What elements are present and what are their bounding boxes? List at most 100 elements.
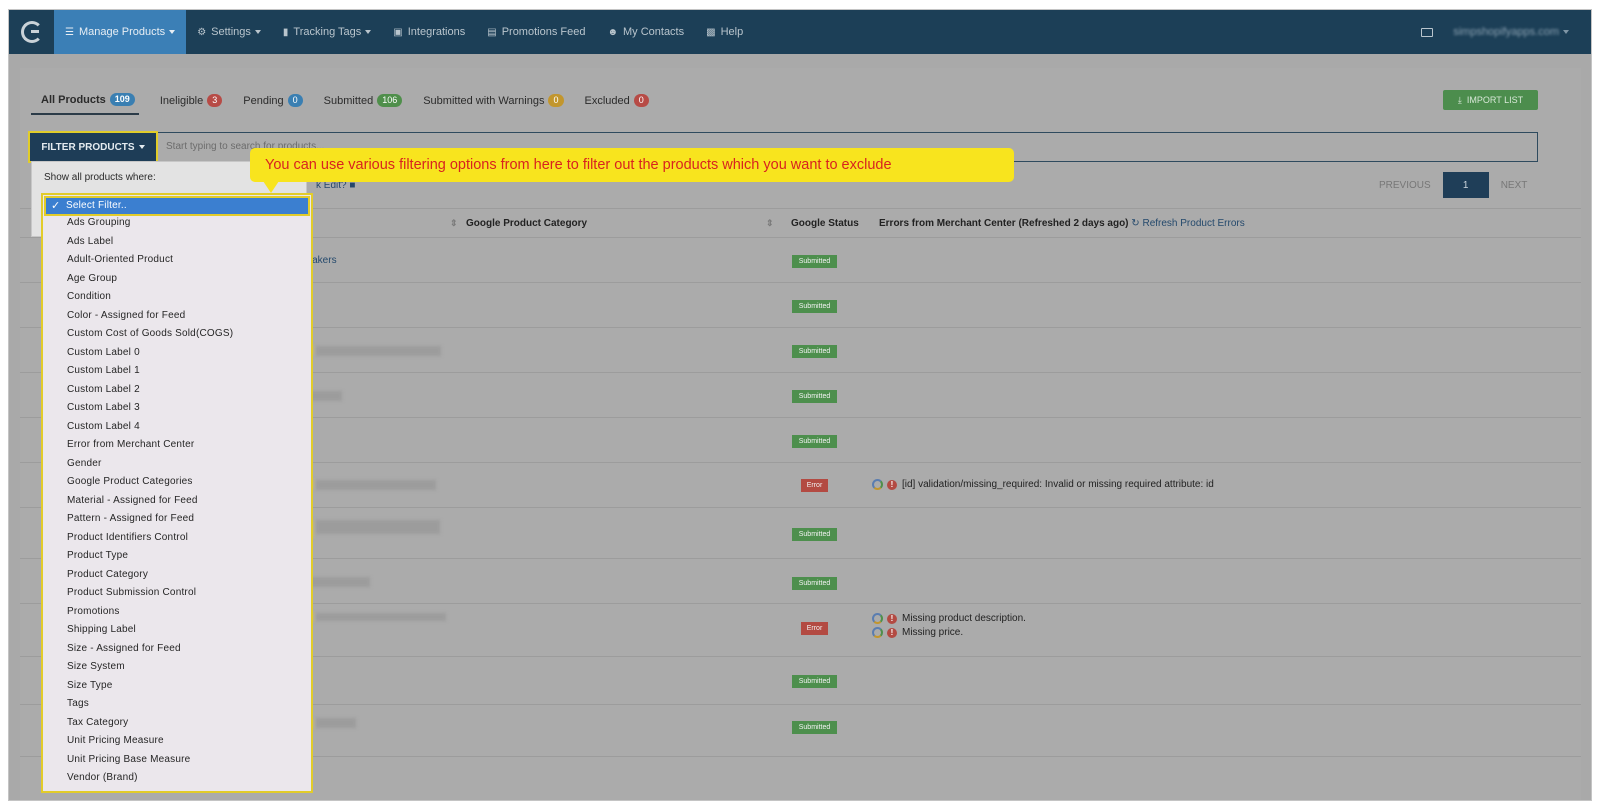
nav-promotions-feed[interactable]: ▤ Promotions Feed: [476, 10, 596, 54]
nav-label: Help: [720, 26, 744, 38]
header-google-status: Google Status: [791, 218, 859, 229]
error-message: ! Missing price.: [872, 627, 963, 638]
filter-option[interactable]: Custom Label 4: [43, 418, 311, 437]
filter-option[interactable]: Size System: [43, 658, 311, 677]
blurred-title: [306, 577, 370, 587]
filter-option[interactable]: Age Group: [43, 270, 311, 289]
filter-option[interactable]: Tags: [43, 695, 311, 714]
count-badge: 109: [109, 93, 135, 106]
nav-label: Tracking Tags: [293, 26, 362, 38]
tab-ineligible[interactable]: Ineligible 3: [159, 93, 223, 115]
filter-option[interactable]: Custom Label 0: [43, 344, 311, 363]
tab-label: Pending: [243, 94, 284, 107]
users-icon: ☻: [607, 26, 618, 38]
google-icon: [872, 627, 883, 638]
error-message: ! Missing product description.: [872, 613, 1026, 624]
id-card-icon[interactable]: [1421, 27, 1434, 37]
filter-option[interactable]: Unit Pricing Measure: [43, 732, 311, 751]
account-menu[interactable]: simpshopifyapps.com: [1453, 26, 1569, 38]
tab-all-products[interactable]: All Products 109: [31, 93, 139, 115]
nav-settings[interactable]: ⚙ Settings: [186, 10, 272, 54]
nav-my-contacts[interactable]: ☻ My Contacts: [596, 10, 695, 54]
filter-option[interactable]: Condition: [43, 288, 311, 307]
tab-submitted-with-warnings[interactable]: Submitted with Warnings 0: [423, 93, 564, 115]
filter-label: FILTER PRODUCTS: [41, 141, 135, 153]
document-icon: ▤: [487, 26, 497, 38]
count-badge: 106: [377, 94, 403, 107]
filter-option[interactable]: Custom Label 3: [43, 399, 311, 418]
filter-popover-label: Show all products where:: [44, 172, 156, 183]
filter-option[interactable]: Pattern - Assigned for Feed: [43, 510, 311, 529]
filter-option[interactable]: Google Product Categories: [43, 473, 311, 492]
import-list-button[interactable]: ⤓ IMPORT LIST: [1443, 90, 1538, 110]
tab-label: Ineligible: [159, 94, 204, 107]
caret-down-icon: [365, 30, 372, 34]
filter-option[interactable]: Size Type: [43, 677, 311, 696]
sort-icon[interactable]: ⇕: [450, 218, 458, 229]
refresh-errors-link[interactable]: ↻ Refresh Product Errors: [1131, 218, 1244, 229]
filter-option[interactable]: Product Submission Control: [43, 584, 311, 603]
caret-down-icon: [254, 30, 261, 34]
next-page-button[interactable]: NEXT: [1489, 180, 1540, 191]
filter-products-button[interactable]: FILTER PRODUCTS: [28, 131, 158, 163]
filter-option[interactable]: Tax Category: [43, 714, 311, 733]
nav-manage-products[interactable]: ☰ Manage Products: [54, 10, 187, 54]
nav-tracking-tags[interactable]: ▮ Tracking Tags: [272, 10, 382, 54]
filter-option[interactable]: Product Category: [43, 566, 311, 585]
filter-option-select-filter[interactable]: ✓ Select Filter..: [44, 196, 310, 216]
filter-option[interactable]: Material - Assigned for Feed: [43, 492, 311, 511]
filter-option[interactable]: Custom Cost of Goods Sold(COGS): [43, 325, 311, 344]
refresh-icon: ↻: [1131, 218, 1140, 229]
nav-label: Manage Products: [78, 26, 166, 38]
previous-page-button[interactable]: PREVIOUS: [1367, 180, 1443, 191]
filter-select-dropdown[interactable]: ✓ Select Filter.. Ads Grouping Ads Label …: [41, 193, 313, 793]
filter-option[interactable]: Shipping Label: [43, 621, 311, 640]
nav-label: Settings: [211, 26, 251, 38]
page-number-button[interactable]: 1: [1442, 172, 1489, 198]
gear-icon: ⚙: [197, 26, 207, 38]
status-badge: Submitted: [792, 577, 837, 590]
filter-option[interactable]: Adult-Oriented Product: [43, 251, 311, 270]
nav-integrations[interactable]: ▣ Integrations: [382, 10, 476, 54]
option-label: Select Filter..: [66, 200, 127, 211]
filter-option[interactable]: Vendor (Brand): [43, 769, 311, 788]
filter-option[interactable]: Size - Assigned for Feed: [43, 640, 311, 659]
caret-down-icon: [169, 30, 176, 34]
tutorial-callout: You can use various filtering options fr…: [250, 148, 1014, 193]
tab-label: Excluded: [584, 94, 630, 107]
filter-option[interactable]: Color - Assigned for Feed: [43, 307, 311, 326]
filter-option[interactable]: Custom Label 1: [43, 362, 311, 381]
filter-option[interactable]: Ads Grouping: [43, 214, 311, 233]
top-navigation: ☰ Manage Products ⚙ Settings ▮ Tracking …: [9, 10, 1591, 54]
bar-chart-icon: ▮: [282, 26, 289, 38]
status-badge: Submitted: [792, 255, 837, 268]
filter-option[interactable]: Unit Pricing Base Measure: [43, 751, 311, 770]
tab-label: All Products: [41, 93, 106, 106]
nav-right: simpshopifyapps.com: [1421, 26, 1591, 38]
nav-label: Promotions Feed: [501, 26, 586, 38]
filter-option[interactable]: Ads Label: [43, 233, 311, 252]
tab-excluded[interactable]: Excluded 0: [585, 93, 649, 115]
tab-submitted[interactable]: Submitted 106: [324, 93, 403, 115]
alert-icon: !: [887, 627, 897, 638]
filter-option[interactable]: Product Type: [43, 547, 311, 566]
filter-option[interactable]: Product Identifiers Control: [43, 529, 311, 548]
filter-option[interactable]: Error from Merchant Center: [43, 436, 311, 455]
blurred-title: [316, 613, 446, 621]
blurred-title: [316, 346, 441, 356]
sort-icon[interactable]: ⇕: [766, 218, 774, 229]
app-logo[interactable]: [9, 10, 54, 54]
nav-help[interactable]: ▩ Help: [695, 10, 754, 54]
filter-option[interactable]: Custom Label 2: [43, 381, 311, 400]
filter-option[interactable]: Gender: [43, 455, 311, 474]
count-badge: 0: [287, 94, 303, 107]
header-google-product-category[interactable]: Google Product Category: [466, 218, 587, 229]
pagination: PREVIOUS 1 NEXT: [1367, 172, 1539, 198]
status-badge: Submitted: [792, 300, 837, 313]
filter-option[interactable]: Promotions: [43, 603, 311, 622]
status-badge: Submitted: [792, 435, 837, 448]
errors-header-label: Errors from Merchant Center (Refreshed 2…: [879, 218, 1129, 229]
tab-pending[interactable]: Pending 0: [243, 93, 303, 115]
tab-label: Submitted: [323, 94, 374, 107]
app-window: ☰ Manage Products ⚙ Settings ▮ Tracking …: [8, 9, 1592, 801]
